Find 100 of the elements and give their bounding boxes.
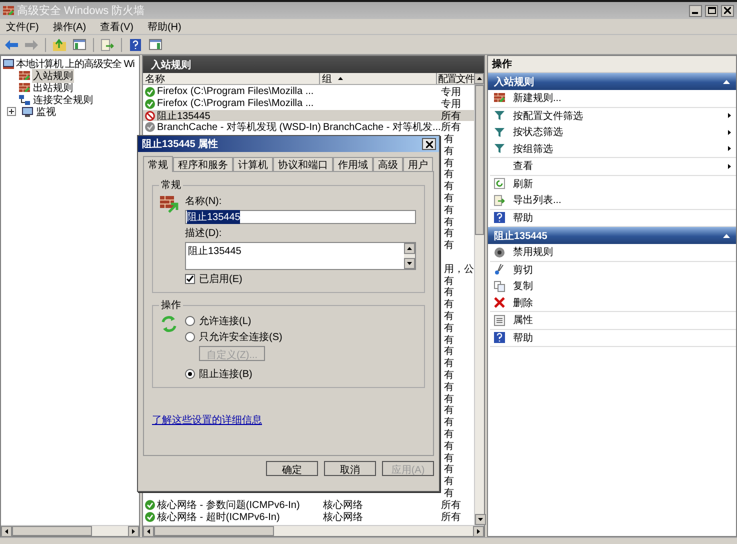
table-cell-text: 有 — [444, 440, 454, 453]
export-icon — [494, 194, 505, 206]
firewall-icon — [3, 6, 14, 15]
disabled-rule-icon — [145, 122, 155, 132]
table-row[interactable]: BranchCache - 对等机发现 (WSD-In) BranchCache - 对等机发...所有 — [143, 121, 474, 134]
action-item[interactable]: 按组筛选 — [490, 140, 736, 157]
table-row[interactable]: Firefox (C:\Program Files\Mozilla ... 专用 — [143, 98, 474, 110]
group-label: 常规 — [160, 178, 182, 192]
tab[interactable]: 计算机 — [233, 157, 273, 171]
tab[interactable]: 高级 — [373, 157, 403, 171]
tree-item[interactable]: 监视 — [35, 104, 57, 118]
section-header[interactable]: 入站规则 — [488, 73, 736, 90]
action-item[interactable]: 禁用规则 — [490, 244, 736, 260]
action-item[interactable]: 剪切 — [490, 262, 736, 278]
tab[interactable]: 用户 — [403, 157, 433, 171]
tree-item[interactable]: 入站规则 — [32, 68, 74, 82]
table-row[interactable]: 核心网络 - 超时(ICMPv6-In) 核心网络 所有 — [143, 510, 474, 522]
checkbox[interactable] — [185, 274, 195, 284]
action-item[interactable]: 导出列表... — [490, 192, 736, 208]
action-pane-button[interactable] — [147, 36, 164, 52]
table-cell-text: 有 — [444, 180, 454, 193]
filter-icon — [494, 126, 505, 138]
help-button[interactable] — [127, 36, 144, 52]
radio-button[interactable] — [185, 332, 195, 342]
action-item[interactable]: 新建规则... — [490, 90, 736, 106]
menu-item[interactable]: 文件(F) — [6, 20, 39, 34]
minimize-button[interactable] — [689, 4, 702, 16]
submenu-arrow-icon — [727, 130, 732, 135]
vertical-scrollbar[interactable] — [474, 85, 484, 525]
table-row[interactable]: 核心网络 - 参数问题(ICMPv6-In) 核心网络 所有 — [143, 498, 474, 511]
action-item[interactable]: 查看 — [490, 158, 736, 174]
table-cell-text: 有 — [444, 239, 454, 252]
table-cell-text: 专用 — [441, 98, 461, 110]
monitor-icon — [22, 106, 33, 116]
horizontal-scrollbar[interactable] — [143, 525, 484, 536]
table-cell-text: 有 — [444, 274, 454, 287]
tree-item[interactable]: 连接安全规则 — [32, 92, 94, 106]
table-cell-text: 有 — [444, 144, 454, 158]
column-header[interactable]: 组 — [320, 73, 438, 84]
action-item[interactable]: 按配置文件筛选 — [490, 108, 736, 124]
table-cell-text: 有 — [444, 156, 454, 169]
table-cell-text: 所有 — [441, 498, 461, 512]
action-item[interactable]: 刷新 — [490, 176, 736, 192]
close-button[interactable] — [721, 4, 734, 16]
pane-header: 操作 — [488, 56, 736, 73]
info-link[interactable]: 了解这些设置的详细信息 — [152, 413, 425, 427]
table-row[interactable]: Firefox (C:\Program Files\Mozilla ... 专用 — [143, 86, 474, 98]
description-field[interactable]: 阻止135445 — [185, 242, 416, 270]
export-button[interactable] — [99, 36, 116, 52]
firewall-icon — [19, 71, 30, 80]
new-rule-icon — [494, 92, 505, 102]
right-arrow-icon — [131, 529, 136, 534]
menu-item[interactable]: 操作(A) — [52, 20, 86, 34]
action-item[interactable]: 删除 — [490, 294, 736, 311]
column-header[interactable]: 名称 — [143, 73, 320, 84]
scissors-icon — [494, 264, 505, 276]
table-cell: Firefox (C:\Program Files\Mozilla ... — [157, 98, 314, 110]
delete-icon — [494, 297, 505, 308]
table-cell-text: 有 — [444, 334, 454, 346]
right-arrow-icon — [476, 529, 481, 534]
menu-item[interactable]: 帮助(H) — [147, 20, 182, 34]
close-icon — [724, 7, 731, 14]
tree-item[interactable]: 出站规则 — [32, 80, 74, 94]
action-item[interactable]: 按状态筛选 — [490, 124, 736, 140]
action-item[interactable]: 属性 — [490, 312, 736, 328]
close-button[interactable] — [422, 138, 436, 150]
table-cell-text: 有 — [444, 168, 454, 181]
action-item[interactable]: 帮助 — [490, 210, 736, 226]
action-item[interactable]: 帮助 — [490, 330, 736, 346]
action-item[interactable]: 复制 — [490, 278, 736, 294]
column-header[interactable]: 配置文件 — [437, 73, 474, 84]
table-cell-text: 有 — [444, 133, 454, 146]
dialog-button[interactable]: 取消 — [324, 461, 376, 476]
dialog-title: 阻止135445 属性 — [142, 138, 218, 151]
dialog-button[interactable]: 确定 — [266, 461, 318, 476]
expand-icon[interactable] — [7, 107, 16, 116]
field-label: 名称(N): — [185, 195, 223, 208]
tree-toggle-button[interactable] — [71, 36, 88, 52]
radio-button[interactable] — [185, 369, 195, 379]
section-header[interactable]: 阻止135445 — [488, 227, 736, 244]
menu-item[interactable]: 查看(V) — [100, 20, 134, 34]
up-arrow-icon — [476, 76, 482, 81]
table-cell-text: 所有 — [441, 110, 461, 122]
tab[interactable]: 协议和端口 — [273, 157, 333, 171]
table-row[interactable]: 阻止135445 所有 — [143, 110, 474, 122]
table-cell-text: 有 — [444, 463, 454, 476]
filter-icon — [494, 143, 505, 154]
maximize-button[interactable] — [705, 4, 718, 16]
tab[interactable]: 程序和服务 — [173, 157, 233, 171]
left-arrow-icon — [146, 529, 151, 534]
tree-item[interactable]: 本地计算机 上的高级安全 Wi — [16, 56, 134, 70]
name-field[interactable]: 阻止135445 — [185, 210, 416, 224]
disable-icon — [494, 246, 505, 258]
tab[interactable]: 常规 — [143, 156, 173, 172]
tab[interactable]: 作用域 — [333, 157, 373, 171]
radio-button[interactable] — [185, 316, 195, 326]
check-icon — [145, 512, 155, 522]
horizontal-scrollbar[interactable] — [1, 525, 139, 536]
field-label: 描述(D): — [185, 226, 223, 240]
checkbox-label: 已启用(E) — [199, 272, 242, 286]
